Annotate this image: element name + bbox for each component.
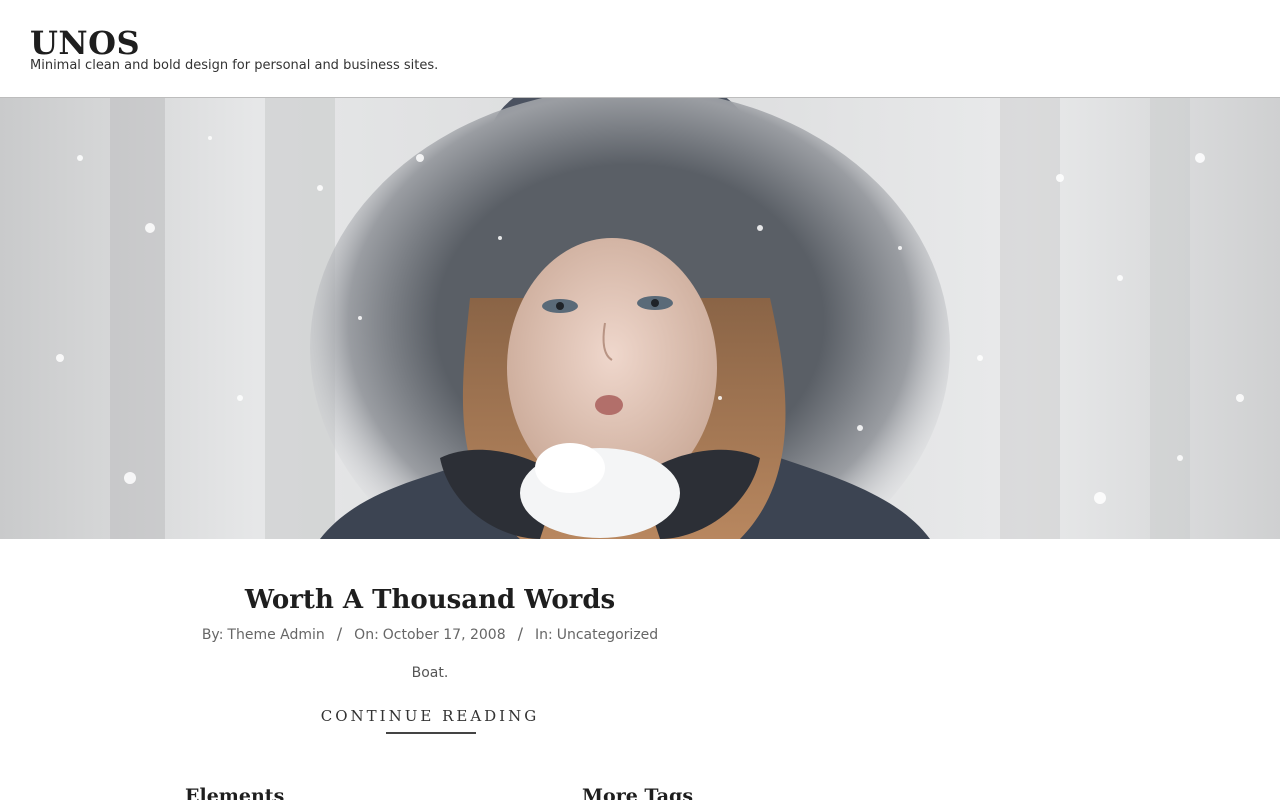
post-entry: Worth A Thousand Words By: Theme Admin / On… xyxy=(0,539,860,759)
continue-reading-link[interactable]: CONTINUE READING xyxy=(0,706,860,726)
meta-separator: / xyxy=(336,624,343,643)
post-author-label: By: xyxy=(201,627,224,643)
post-date-link[interactable]: October 17, 2008 xyxy=(383,627,506,643)
widget-title-more-tags: More Tags xyxy=(582,785,694,800)
post-excerpt: Boat. xyxy=(411,665,449,681)
site-tagline: Minimal clean and bold design for person… xyxy=(30,58,439,73)
continue-reading-underline xyxy=(386,732,476,734)
post-date-label: On: xyxy=(354,627,379,643)
meta-separator: / xyxy=(517,624,523,643)
post-author-link[interactable]: Theme Admin xyxy=(227,627,324,643)
site-header: UNOS Minimal clean and bold design for p… xyxy=(0,0,1280,98)
post-category-link[interactable]: Uncategorized xyxy=(557,627,658,643)
post-meta: By: Theme Admin / On: October 17, 2008 / In: Un… xyxy=(0,624,860,645)
widget-title-elements: Elements xyxy=(185,785,285,800)
post-title[interactable]: Worth A Thousand Words xyxy=(0,583,860,617)
post-category-label: In: xyxy=(535,627,553,643)
hero-image xyxy=(0,98,1280,539)
site-title-link[interactable]: UNOS xyxy=(30,24,140,62)
hero-illustration xyxy=(0,98,1280,539)
